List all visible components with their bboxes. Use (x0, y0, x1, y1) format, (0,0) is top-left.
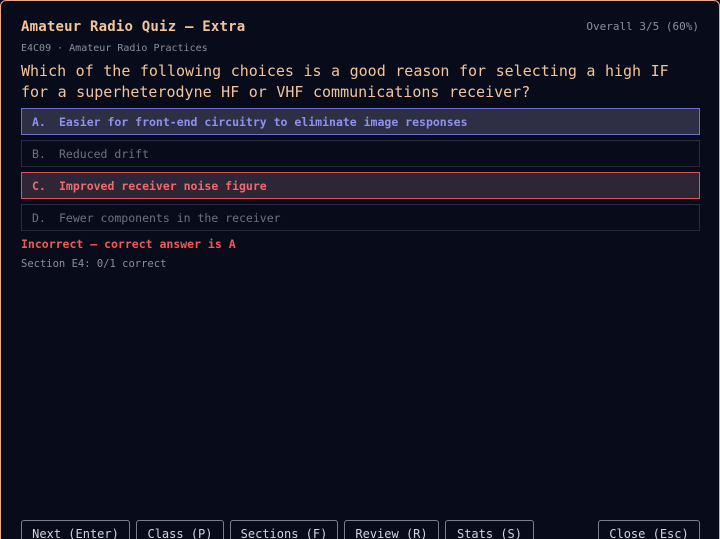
overall-score: Overall 3/5 (60%) (586, 20, 699, 33)
option-d[interactable]: D. Fewer components in the receiver (21, 204, 700, 231)
option-letter: D. (32, 210, 46, 225)
section-score: Section E4: 0/1 correct (21, 258, 167, 270)
question-text: Which of the following choices is a good… (21, 62, 669, 101)
review-button[interactable]: Review (R) (344, 520, 439, 539)
answer-options: A. Easier for front-end circuitry to eli… (21, 108, 700, 236)
option-text: Improved receiver noise figure (59, 178, 267, 193)
option-text: Reduced drift (59, 146, 150, 161)
page-title: Amateur Radio Quiz — Extra (21, 19, 246, 35)
option-c[interactable]: C. Improved receiver noise figure (21, 172, 700, 199)
class-button[interactable]: Class (P) (136, 520, 224, 539)
option-a[interactable]: A. Easier for front-end circuitry to eli… (21, 108, 700, 135)
option-text: Fewer components in the receiver (59, 210, 281, 225)
quiz-window: Amateur Radio Quiz — Extra Overall 3/5 (… (0, 0, 720, 539)
question-subtitle: E4C09 · Amateur Radio Practices (21, 43, 208, 54)
option-letter: B. (32, 146, 46, 161)
answer-feedback: Incorrect — correct answer is A (21, 237, 236, 251)
option-b[interactable]: B. Reduced drift (21, 140, 700, 167)
sections-button[interactable]: Sections (F) (230, 520, 338, 539)
close-button[interactable]: Close (Esc) (598, 520, 700, 539)
next-button[interactable]: Next (Enter) (21, 520, 130, 539)
option-letter: A. (32, 114, 46, 129)
option-letter: C. (32, 178, 46, 193)
stats-button[interactable]: Stats (S) (445, 520, 534, 539)
option-text: Easier for front-end circuitry to elimin… (59, 114, 468, 129)
